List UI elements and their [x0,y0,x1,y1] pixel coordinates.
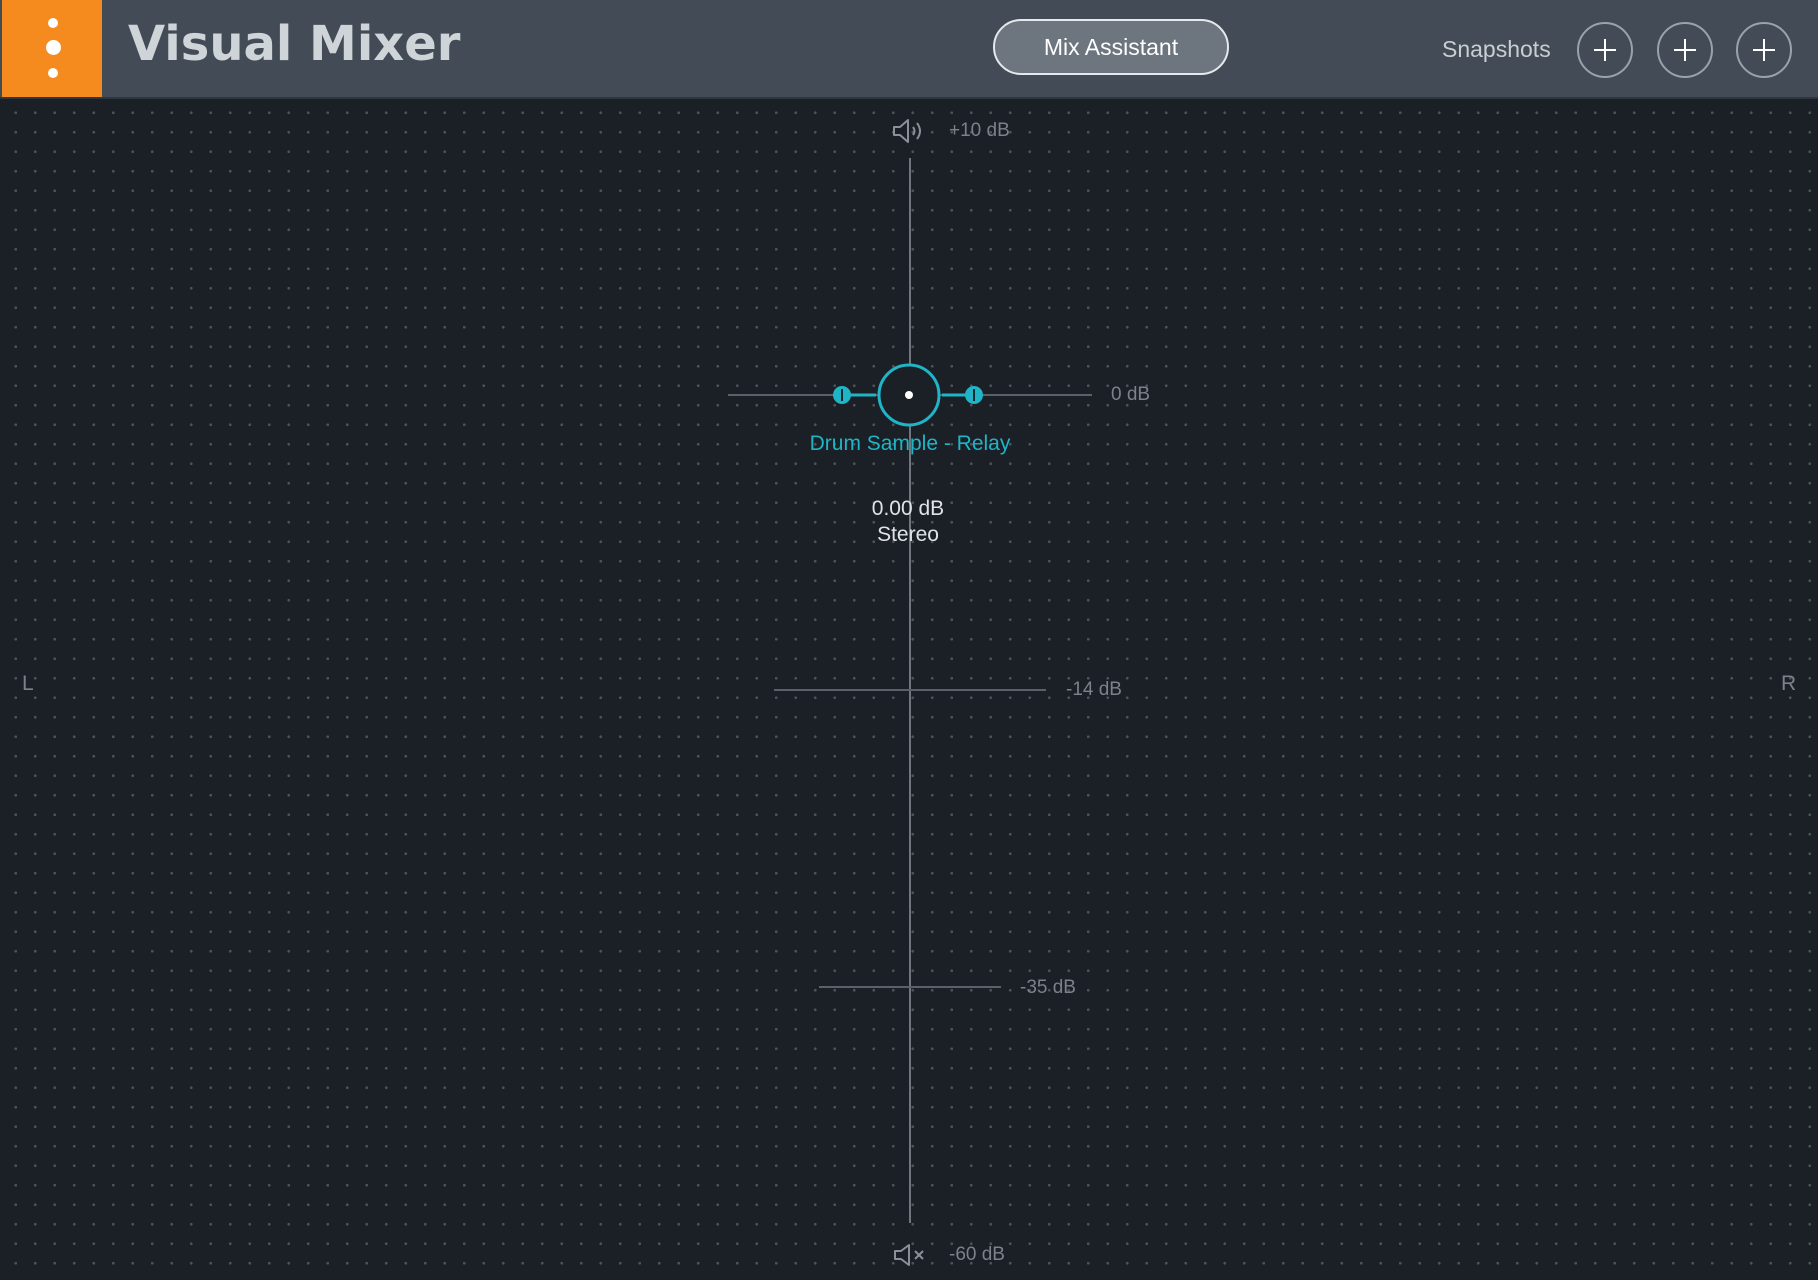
track-node-center-dot [905,391,913,399]
visual-mixer-window: Visual Mixer Mix Assistant Snapshots +10… [0,0,1818,1280]
speaker-loud-icon [893,119,921,143]
scale-line-minus14db [774,689,1046,691]
track-name-label[interactable]: Drum Sample - Relay [760,432,1060,456]
menu-button[interactable] [2,0,102,97]
speaker-mute-icon [894,1244,924,1266]
pan-right-label: R [1781,672,1797,695]
snapshot-slot-3-button[interactable] [1736,22,1792,78]
snapshot-slot-1-button[interactable] [1577,22,1633,78]
mix-assistant-button[interactable]: Mix Assistant [993,19,1229,75]
pan-left-label: L [22,672,34,695]
track-gain-readout: 0.00 dB [871,497,945,520]
width-handle-right[interactable] [965,386,983,404]
gain-label-top: +10 dB [949,120,1010,141]
app-title: Visual Mixer [128,16,461,72]
width-handle-left[interactable] [833,386,851,404]
gain-label-minus14db: -14 dB [1066,679,1122,700]
track-width-readout: Stereo [877,523,939,546]
track-node[interactable] [728,361,1092,429]
header-bar: Visual Mixer Mix Assistant Snapshots [0,0,1818,99]
gain-label-bottom: -60 dB [949,1244,1005,1265]
gain-label-minus35db: -35 dB [1020,977,1076,998]
snapshots-label: Snapshots [1442,36,1551,62]
scale-line-minus35db [819,986,1001,988]
snapshot-slot-2-button[interactable] [1657,22,1713,78]
gain-label-0db: 0 dB [1111,384,1151,405]
